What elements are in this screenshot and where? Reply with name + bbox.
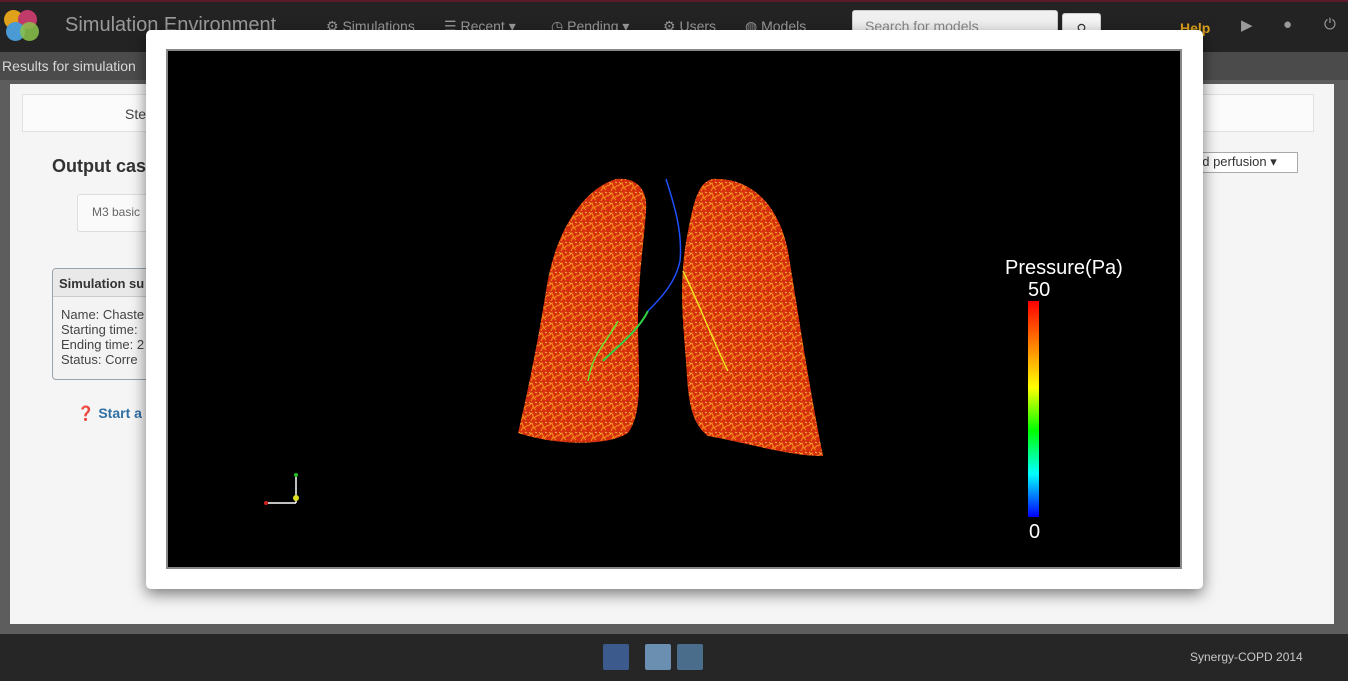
pressure-colorbar [1028, 301, 1039, 517]
orientation-axes [264, 473, 299, 505]
tab-steps[interactable]: Ste [125, 106, 146, 122]
summary-name: Name: Chaste [61, 307, 145, 322]
legend-title: Pressure(Pa) [1005, 257, 1123, 279]
output-cases-title: Output cas [52, 156, 147, 176]
start-link[interactable]: ❓ Start a t [77, 405, 150, 422]
lung-vessel-render [518, 178, 823, 456]
start-link-label: Start a t [98, 405, 151, 421]
breadcrumb: Results for simulation [2, 58, 136, 74]
footer: Synergy-COPD 2014 [0, 634, 1348, 681]
partner-logo-2 [677, 644, 703, 670]
play-icon[interactable]: ▶ [1241, 16, 1253, 34]
eu-logo [603, 644, 629, 670]
summary-end-time: Ending time: 2 [61, 337, 145, 352]
output-select[interactable]: nd perfusion ▾ [1190, 152, 1298, 173]
output-select-value: nd perfusion [1195, 154, 1267, 169]
visualization-modal: Pressure(Pa) 50 0 [146, 30, 1203, 589]
question-circle-icon: ❓ [77, 405, 95, 421]
3d-viewer[interactable]: Pressure(Pa) 50 0 [166, 49, 1182, 569]
chevron-down-icon: ▾ [1270, 154, 1277, 169]
partner-logo [645, 644, 671, 670]
app-logo[interactable] [4, 10, 46, 44]
summary-title: Simulation su [53, 269, 161, 297]
legend-max: 50 [1028, 279, 1051, 301]
legend-min: 0 [1029, 521, 1041, 543]
copyright: Synergy-COPD 2014 [1190, 650, 1303, 664]
power-icon[interactable]: ⏻ [1324, 16, 1336, 33]
summary-start-time: Starting time: [61, 322, 138, 337]
m3-basic-button[interactable]: M3 basic [77, 194, 157, 232]
summary-status: Status: Corre [61, 352, 138, 367]
user-icon[interactable]: ● [1283, 16, 1292, 33]
